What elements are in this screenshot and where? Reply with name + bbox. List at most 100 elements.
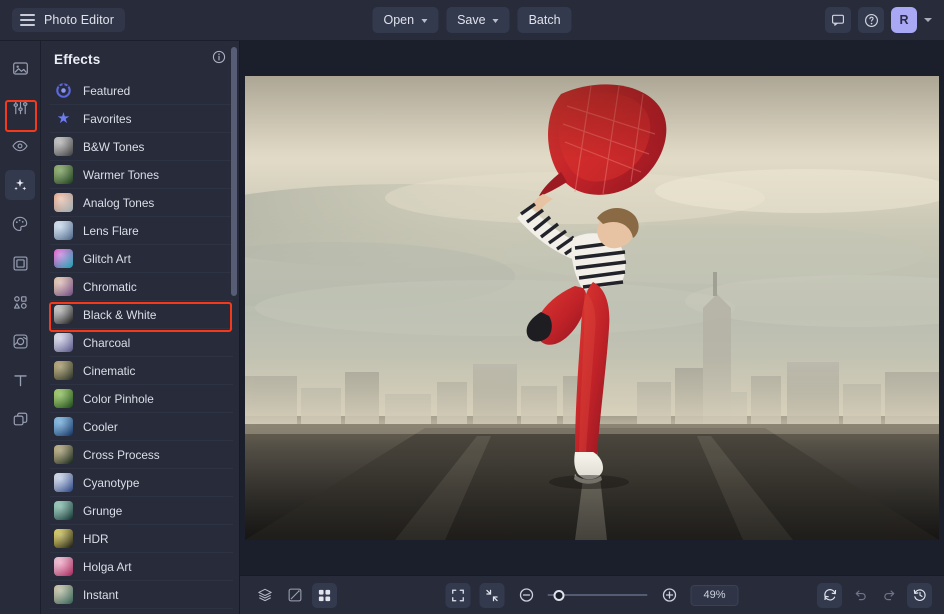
effect-row[interactable]: HDR — [50, 525, 233, 553]
feedback-button[interactable] — [825, 7, 851, 33]
reset-icon — [823, 589, 836, 601]
zoom-in-icon — [662, 588, 676, 602]
adjust-sliders-icon — [13, 100, 27, 114]
effect-row[interactable]: Warmer Tones — [50, 161, 233, 189]
effect-row[interactable]: Glitch Art — [50, 245, 233, 273]
sidebar-item-layers[interactable] — [5, 404, 35, 434]
effects-panel-header: Effects — [41, 41, 239, 77]
sidebar-item-effects[interactable] — [5, 170, 35, 200]
reset-button[interactable] — [817, 582, 842, 608]
effects-panel: Effects Featured ★ Favorites B&W Tones Warme… — [41, 41, 240, 614]
effect-row[interactable]: Holga Art — [50, 553, 233, 581]
sidebar-item-text[interactable] — [5, 365, 35, 395]
sidebar-item-shapes[interactable] — [5, 287, 35, 317]
effect-row[interactable]: Instant — [50, 581, 233, 609]
panel-scrollbar[interactable] — [231, 47, 237, 296]
top-right-actions: R — [825, 7, 932, 33]
main-body: Effects Featured ★ Favorites B&W Tones Warme… — [0, 41, 944, 614]
effect-row[interactable]: Featured — [50, 77, 233, 105]
help-button[interactable] — [858, 7, 884, 33]
save-button[interactable]: Save — [446, 7, 510, 33]
batch-button[interactable]: Batch — [517, 7, 572, 33]
undo-button[interactable] — [847, 583, 872, 608]
sidebar-item-adjust[interactable] — [5, 92, 35, 122]
actual-size-button[interactable] — [479, 582, 505, 608]
sidebar-item-image[interactable] — [5, 53, 35, 83]
pinhole-thumbnail — [54, 389, 73, 408]
effect-row[interactable]: Chromatic — [50, 273, 233, 301]
avatar-chevron-down-icon[interactable] — [924, 18, 932, 22]
open-button[interactable]: Open — [372, 7, 439, 33]
effect-row[interactable]: Cross Process — [50, 441, 233, 469]
star-icon: ★ — [56, 110, 71, 127]
text-tool-icon — [13, 374, 27, 386]
flare-thumbnail — [54, 221, 73, 240]
sidebar-item-frames[interactable] — [5, 248, 35, 278]
effect-row[interactable]: Cyanotype — [50, 469, 233, 497]
bottom-bar: 49% — [240, 575, 944, 614]
effect-row[interactable]: ★ Favorites — [50, 105, 233, 133]
redo-icon — [883, 590, 894, 601]
effect-row[interactable]: B&W Tones — [50, 133, 233, 161]
effect-row[interactable]: Grunge — [50, 497, 233, 525]
effect-label: Glitch Art — [83, 251, 131, 266]
avatar[interactable]: R — [891, 7, 917, 33]
photo-editor-app: Photo Editor Open Save Batch R Effects F… — [0, 0, 944, 614]
flamingo-thumbnail — [54, 193, 73, 212]
effect-row[interactable]: Lens Flare — [50, 217, 233, 245]
sidebar-item-overlays[interactable] — [5, 326, 35, 356]
history-button[interactable] — [907, 582, 932, 608]
effect-label: HDR — [83, 531, 109, 546]
shapes-icon — [13, 295, 27, 309]
effect-label: Color Pinhole — [83, 391, 154, 406]
effect-label: Cross Process — [83, 447, 160, 462]
app-menu-button[interactable]: Photo Editor — [12, 8, 125, 32]
fit-to-screen-icon — [452, 589, 464, 601]
effect-label: Analog Tones — [83, 195, 155, 210]
effect-label: Charcoal — [83, 335, 131, 350]
effect-row[interactable]: Black & White — [50, 301, 233, 329]
bw-face-thumbnail — [54, 137, 73, 156]
actual-size-icon — [486, 589, 498, 601]
sidebar-item-retouch[interactable] — [5, 131, 35, 161]
tool-rail — [0, 41, 41, 614]
effect-label: Cooler — [83, 419, 118, 434]
effects-list[interactable]: Featured ★ Favorites B&W Tones Warmer Tones A… — [41, 77, 239, 614]
effect-label: Grunge — [83, 503, 123, 518]
grid-button[interactable] — [312, 582, 337, 608]
effect-row[interactable]: Color Pinhole — [50, 385, 233, 413]
fit-to-screen-button[interactable] — [445, 582, 471, 608]
hdr-thumbnail — [54, 529, 73, 548]
effect-label: Holga Art — [83, 559, 132, 574]
bottom-left-tools — [252, 582, 337, 608]
layers-button[interactable] — [252, 583, 277, 608]
effect-row[interactable]: Cinematic — [50, 357, 233, 385]
redo-button[interactable] — [877, 583, 902, 608]
sparkles-effects-icon — [14, 178, 27, 191]
chevron-down-icon — [492, 18, 499, 23]
zoom-in-button[interactable] — [657, 583, 682, 608]
effect-label: Warmer Tones — [83, 167, 160, 182]
question-circle-icon — [864, 13, 878, 27]
zoom-out-button[interactable] — [514, 583, 539, 608]
zoom-controls: 49% — [445, 582, 739, 608]
effect-label: B&W Tones — [83, 139, 145, 154]
hamburger-icon[interactable] — [20, 14, 35, 26]
zoom-level-value[interactable]: 49% — [690, 584, 739, 606]
layers-duplicate-icon — [13, 412, 27, 425]
info-circle-icon[interactable] — [212, 50, 226, 69]
zoom-slider[interactable] — [547, 587, 648, 603]
effect-row[interactable]: Analog Tones — [50, 189, 233, 217]
save-label: Save — [457, 13, 486, 27]
effect-label: Favorites — [83, 111, 132, 126]
sidebar-item-paint[interactable] — [5, 209, 35, 239]
zoom-slider-handle[interactable] — [553, 589, 565, 601]
compare-button[interactable] — [282, 583, 307, 608]
effect-row[interactable]: Charcoal — [50, 329, 233, 357]
effect-row[interactable]: Cooler — [50, 413, 233, 441]
edited-photo[interactable] — [245, 76, 939, 540]
effect-label: Chromatic — [83, 279, 137, 294]
app-title: Photo Editor — [44, 13, 114, 27]
cooler-thumbnail — [54, 417, 73, 436]
image-stage[interactable] — [240, 41, 944, 575]
